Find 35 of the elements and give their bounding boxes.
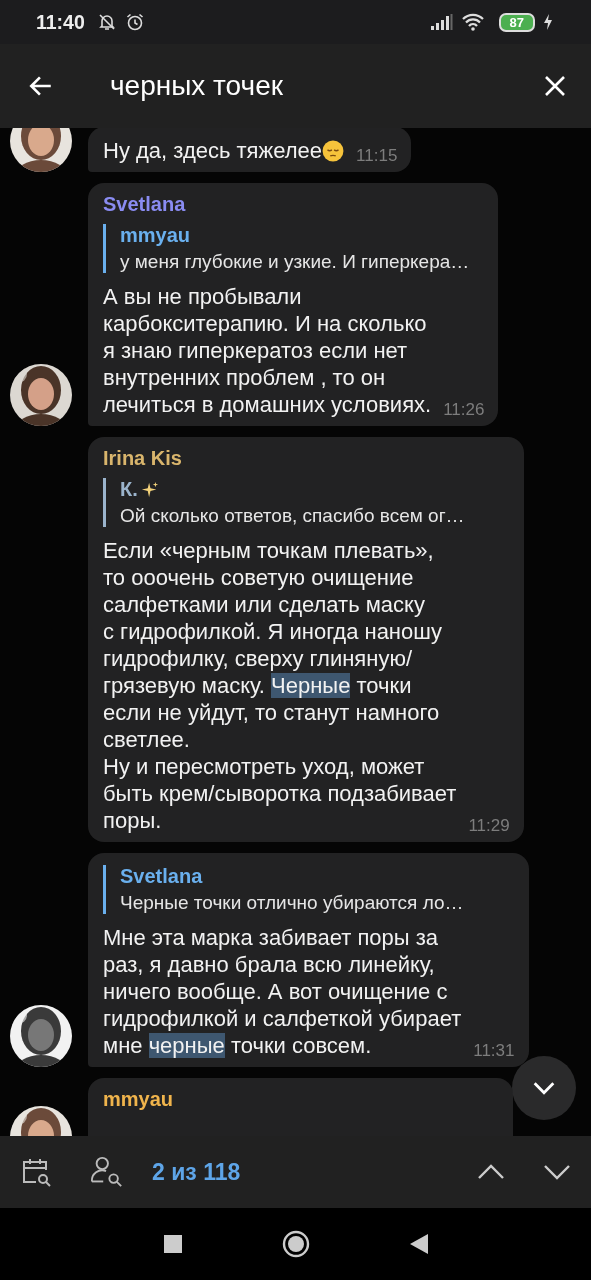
reply-text: у меня глубокие и узкие. И гиперкера… bbox=[120, 251, 471, 273]
sender-name: mmyau bbox=[103, 1088, 174, 1111]
reply-author: mmyau bbox=[120, 224, 191, 247]
reply-author: Svetlana bbox=[120, 865, 203, 888]
battery-indicator: 87 bbox=[498, 12, 535, 32]
message-time: 11:31 bbox=[473, 1041, 515, 1061]
sender-name: Svetlana bbox=[103, 193, 186, 216]
message-text: Мне эта марка забивает поры за раз, я давно брала всю линейку, ничего вообще. А вот очищение с гидрофилкой и салфеткой убирает мне черные точки совсем. bbox=[103, 924, 462, 1059]
back-icon[interactable] bbox=[409, 1234, 428, 1254]
reply-quote[interactable]: mmyau у меня глубокие и узкие. И гиперкера… bbox=[103, 224, 485, 273]
reply-quote[interactable]: Svetlana Черные точки отлично убираются ло… bbox=[103, 865, 515, 914]
home-icon[interactable] bbox=[281, 1230, 310, 1258]
reply-author: К. bbox=[120, 478, 138, 501]
search-field[interactable]: черных точек bbox=[110, 70, 543, 102]
reply-text: Ой сколько ответов, спасибо всем ог… bbox=[120, 505, 466, 527]
reply-quote[interactable]: К. Ой сколько ответов, спасибо всем ог… bbox=[103, 478, 510, 527]
recents-icon[interactable] bbox=[163, 1235, 182, 1253]
message-time: 11:15 bbox=[356, 146, 398, 166]
clock-time: 11:40 bbox=[36, 10, 85, 34]
sender-name: Irina Kis bbox=[103, 447, 182, 470]
user-search-icon[interactable] bbox=[90, 1155, 124, 1189]
wifi-icon bbox=[460, 13, 485, 31]
message-time: 11:26 bbox=[443, 400, 485, 420]
bell-off-icon bbox=[96, 12, 117, 32]
reply-text: Черные точки отлично убираются ло… bbox=[120, 892, 465, 914]
signal-icon bbox=[430, 14, 453, 30]
close-icon[interactable] bbox=[543, 74, 567, 98]
calendar-search-icon[interactable] bbox=[20, 1156, 52, 1188]
message-text: Ну да, здесь тяжелее bbox=[103, 137, 345, 164]
message-text: Если «черным точкам плевать», то ооочень советую очищение салфетками или сделать маску с гидрофилкой. Я иногда наношу гидрофилку, сверху глиняную/ грязевую маску. Черные точки если не уйдут, то станут намного светлее. Ну и пересмотреть уход, может быть крем/сыворотка подзабивает поры. bbox=[103, 537, 457, 834]
alarm-clock-icon bbox=[124, 12, 145, 32]
result-counter: 2 из 118 bbox=[152, 1158, 241, 1186]
message-text: А вы не пробывали карбокситерапию. И на сколько я знаю гиперкератоз если нет внутренних проблем , то он лечиться в домашних условиях. bbox=[103, 283, 432, 418]
message-time: 11:29 bbox=[468, 816, 510, 836]
charging-icon bbox=[543, 14, 553, 30]
